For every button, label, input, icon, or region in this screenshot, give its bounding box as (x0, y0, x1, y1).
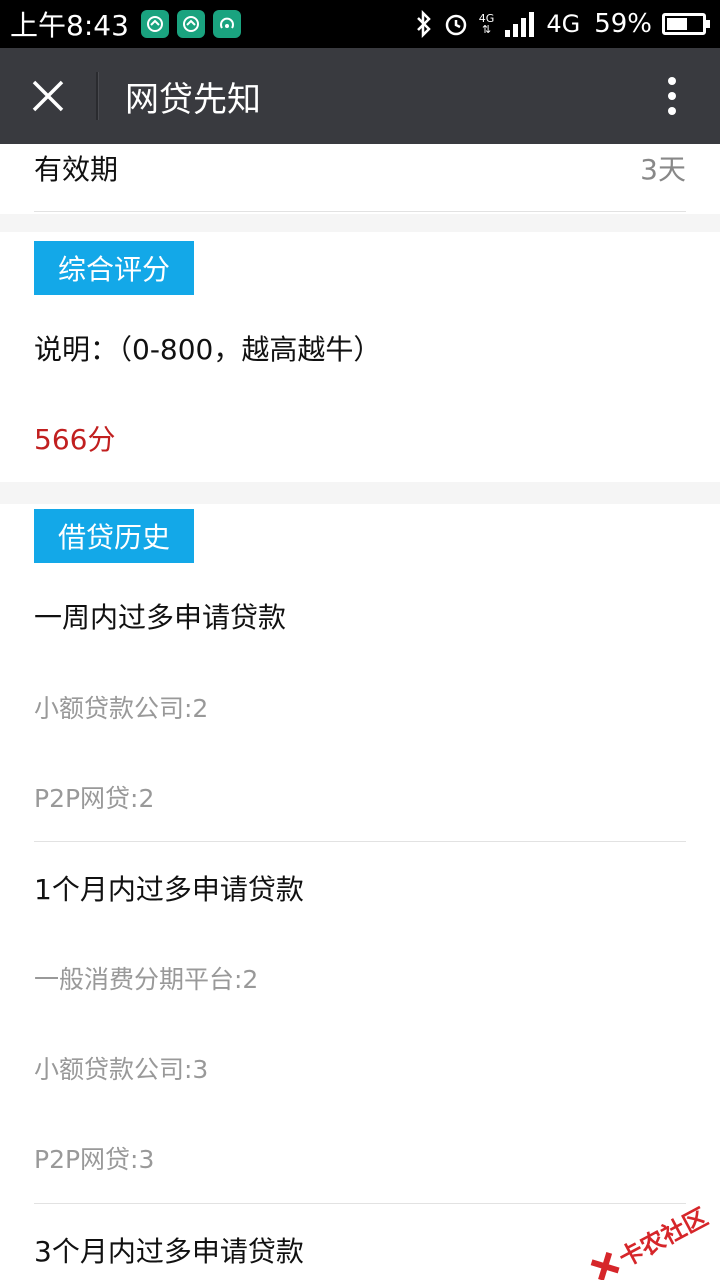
history-card: 借贷历史 一周内过多申请贷款 小额贷款公司:2 P2P网贷:2 1个月内过多申请… (0, 504, 720, 1280)
score-section-tag: 综合评分 (34, 241, 194, 295)
battery-icon (662, 13, 710, 35)
close-icon (32, 80, 64, 112)
validity-card: 有效期 3天 (0, 144, 720, 214)
history-item: P2P网贷:3 (34, 1145, 155, 1174)
title-bar: 网贷先知 (0, 48, 720, 144)
history-item: 一般消费分期平台:2 (34, 965, 259, 994)
title-divider (96, 72, 99, 120)
divider (34, 211, 686, 212)
signal-icon (505, 12, 535, 37)
report-content[interactable]: 有效期 3天 综合评分 说明：（0-800，越高越牛） 566分 借贷历史 一周… (0, 144, 720, 1280)
status-time: 上午8:43 (10, 9, 129, 42)
score-value: 566分 (34, 423, 116, 456)
more-vertical-icon (668, 77, 676, 115)
history-item: P2P网贷:2 (34, 784, 155, 813)
history-group-title: 一周内过多申请贷款 (34, 601, 287, 634)
divider (34, 841, 686, 842)
history-group-title: 1个月内过多申请贷款 (34, 873, 304, 906)
network-type: 4G (546, 10, 581, 38)
score-card: 综合评分 说明：（0-800，越高越牛） 566分 (0, 232, 720, 482)
alarm-icon (445, 14, 467, 36)
bluetooth-icon (416, 10, 431, 38)
data-4g-indicator: 4G ⇅ (478, 12, 495, 36)
more-button[interactable] (624, 48, 720, 144)
validity-value: 3天 (640, 153, 686, 186)
history-item: 小额贷款公司:2 (34, 694, 209, 723)
app-notification-icon (176, 10, 205, 38)
history-section-tag: 借贷历史 (34, 509, 194, 563)
status-bar: 上午8:43 4G ⇅ 4G 59% (0, 0, 720, 48)
app-notification-icon (140, 10, 169, 38)
divider (34, 1203, 686, 1204)
battery-percent: 59% (594, 9, 652, 39)
page-title: 网贷先知 (125, 79, 261, 120)
hotspot-icon (212, 10, 241, 38)
score-note: 说明：（0-800，越高越牛） (34, 333, 382, 366)
validity-label: 有效期 (34, 153, 119, 186)
history-item: 小额贷款公司:3 (34, 1055, 209, 1084)
history-group-title: 3个月内过多申请贷款 (34, 1235, 304, 1268)
close-button[interactable] (0, 48, 96, 144)
